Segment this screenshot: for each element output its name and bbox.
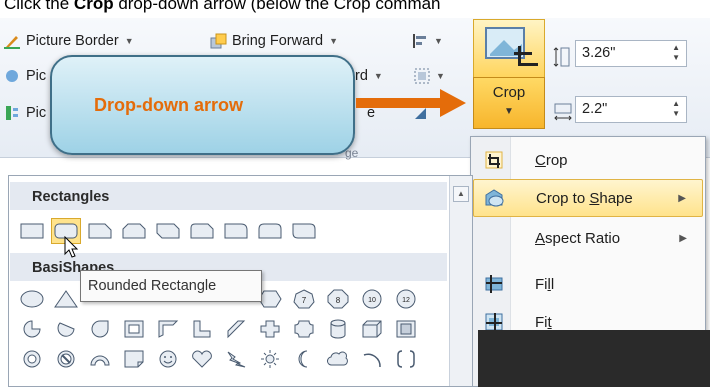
scroll-up-icon[interactable]: ▲ bbox=[453, 186, 469, 202]
chevron-down-icon[interactable]: ▼ bbox=[434, 36, 443, 46]
picture-effects-button[interactable]: Pic bbox=[4, 63, 46, 89]
align-icon bbox=[412, 33, 428, 49]
basic-shapes-row-3 bbox=[17, 346, 421, 372]
moon-shape[interactable] bbox=[289, 346, 319, 372]
double-bracket-shape[interactable] bbox=[391, 346, 421, 372]
cube-shape[interactable] bbox=[357, 316, 387, 342]
shape-width-icon bbox=[553, 102, 572, 120]
chord-shape[interactable] bbox=[51, 316, 81, 342]
height-spinner[interactable]: ▲ ▼ bbox=[672, 43, 680, 63]
decagon-number: 10 bbox=[368, 297, 376, 304]
group-button[interactable]: ▼ bbox=[414, 63, 445, 89]
slide-background bbox=[478, 330, 710, 387]
fill-icon bbox=[483, 273, 505, 295]
width-input[interactable]: 2.2" ▲ ▼ bbox=[575, 96, 687, 123]
chevron-down-icon[interactable]: ▼ bbox=[329, 36, 338, 46]
heptagon-shape[interactable]: 7 bbox=[289, 286, 319, 312]
oval-shape[interactable] bbox=[17, 286, 47, 312]
plaque-shape[interactable] bbox=[289, 316, 319, 342]
crop-button[interactable] bbox=[473, 19, 545, 77]
lightning-bolt-shape[interactable] bbox=[221, 346, 251, 372]
bring-forward-button[interactable]: Bring Forward ▼ bbox=[210, 28, 338, 54]
rectangles-row bbox=[17, 218, 319, 244]
decagon-shape[interactable]: 10 bbox=[357, 286, 387, 312]
cross-shape[interactable] bbox=[255, 316, 285, 342]
pencil-icon bbox=[4, 33, 20, 49]
crop-to-shape-icon bbox=[484, 187, 506, 209]
arc-shape[interactable] bbox=[357, 346, 387, 372]
picture-effects-icon bbox=[4, 68, 20, 84]
submenu-arrow-icon: ▶ bbox=[679, 232, 687, 244]
round-diagonal-rectangle-shape[interactable] bbox=[289, 218, 319, 244]
crop-icon bbox=[485, 27, 538, 66]
chevron-down-icon[interactable]: ▼ bbox=[125, 36, 134, 46]
donut-shape[interactable] bbox=[17, 346, 47, 372]
send-backward-button[interactable]: rd ▼ bbox=[355, 63, 383, 89]
group-icon bbox=[414, 68, 430, 84]
bevel-shape[interactable] bbox=[391, 316, 421, 342]
cloud-shape[interactable] bbox=[323, 346, 353, 372]
heptagon-number: 7 bbox=[302, 296, 307, 305]
height-row: 3.26" ▲ ▼ bbox=[553, 40, 687, 67]
triangle-shape[interactable] bbox=[51, 286, 81, 312]
basic-shapes-row-2 bbox=[17, 316, 421, 342]
mouse-cursor-icon bbox=[64, 235, 80, 263]
section-header-rectangles: Rectangles bbox=[10, 182, 447, 210]
folded-corner-shape[interactable] bbox=[119, 346, 149, 372]
chevron-down-icon: ▼ bbox=[504, 106, 514, 117]
align-button[interactable]: ▼ bbox=[412, 28, 443, 54]
octagon-shape[interactable]: 8 bbox=[323, 286, 353, 312]
gallery-scrollbar[interactable]: ▲ bbox=[449, 176, 472, 386]
width-spinner[interactable]: ▲ ▼ bbox=[672, 99, 680, 119]
can-shape[interactable] bbox=[323, 316, 353, 342]
round-same-side-rectangle-shape[interactable] bbox=[255, 218, 285, 244]
l-shape[interactable] bbox=[187, 316, 217, 342]
callout-bubble: Drop-down arrow bbox=[50, 55, 355, 155]
snip-round-rectangle-shape[interactable] bbox=[187, 218, 217, 244]
menu-item-crop[interactable]: Crop bbox=[473, 141, 703, 179]
no-symbol-shape[interactable] bbox=[51, 346, 81, 372]
snip-single-corner-rectangle-shape[interactable] bbox=[85, 218, 115, 244]
height-input[interactable]: 3.26" ▲ ▼ bbox=[575, 40, 687, 67]
chevron-down-icon[interactable]: ▼ bbox=[436, 71, 445, 81]
block-arc-shape[interactable] bbox=[85, 346, 115, 372]
shape-height-icon bbox=[553, 46, 570, 67]
octagon-number: 8 bbox=[336, 296, 341, 305]
instruction-caption: Click the Crop drop-down arrow (below th… bbox=[4, 0, 441, 13]
submenu-arrow-icon: ▶ bbox=[678, 192, 686, 204]
callout-arrow-shaft bbox=[356, 98, 446, 108]
width-row: 2.2" ▲ ▼ bbox=[553, 96, 687, 123]
shape-tooltip: Rounded Rectangle bbox=[80, 270, 262, 302]
pie-shape[interactable] bbox=[17, 316, 47, 342]
picture-layout-icon bbox=[4, 105, 20, 121]
smiley-face-shape[interactable] bbox=[153, 346, 183, 372]
teardrop-shape[interactable] bbox=[85, 316, 115, 342]
crop-icon bbox=[483, 149, 505, 171]
rectangle-shape[interactable] bbox=[17, 218, 47, 244]
frame-shape[interactable] bbox=[119, 316, 149, 342]
picture-border-button[interactable]: Picture Border ▼ bbox=[4, 28, 134, 54]
snip-diagonal-rectangle-shape[interactable] bbox=[153, 218, 183, 244]
round-single-corner-rectangle-shape[interactable] bbox=[221, 218, 251, 244]
heart-shape[interactable] bbox=[187, 346, 217, 372]
dodecagon-number: 12 bbox=[402, 297, 410, 304]
sun-shape[interactable] bbox=[255, 346, 285, 372]
menu-item-fill[interactable]: Fill bbox=[473, 265, 703, 303]
menu-item-crop-to-shape[interactable]: Crop to Shape ▶ bbox=[473, 179, 703, 217]
chevron-down-icon[interactable]: ▼ bbox=[374, 71, 383, 81]
picture-layout-button[interactable]: Pic bbox=[4, 100, 46, 126]
dodecagon-shape[interactable]: 12 bbox=[391, 286, 421, 312]
crop-dropdown-arrow[interactable]: Crop ▼ bbox=[473, 77, 545, 129]
menu-item-aspect-ratio[interactable]: Aspect Ratio ▶ bbox=[473, 219, 703, 257]
half-frame-shape[interactable] bbox=[153, 316, 183, 342]
diagonal-stripe-shape[interactable] bbox=[221, 316, 251, 342]
callout-arrow-head bbox=[440, 89, 466, 117]
snip-same-side-rectangle-shape[interactable] bbox=[119, 218, 149, 244]
bring-forward-icon bbox=[210, 33, 227, 49]
